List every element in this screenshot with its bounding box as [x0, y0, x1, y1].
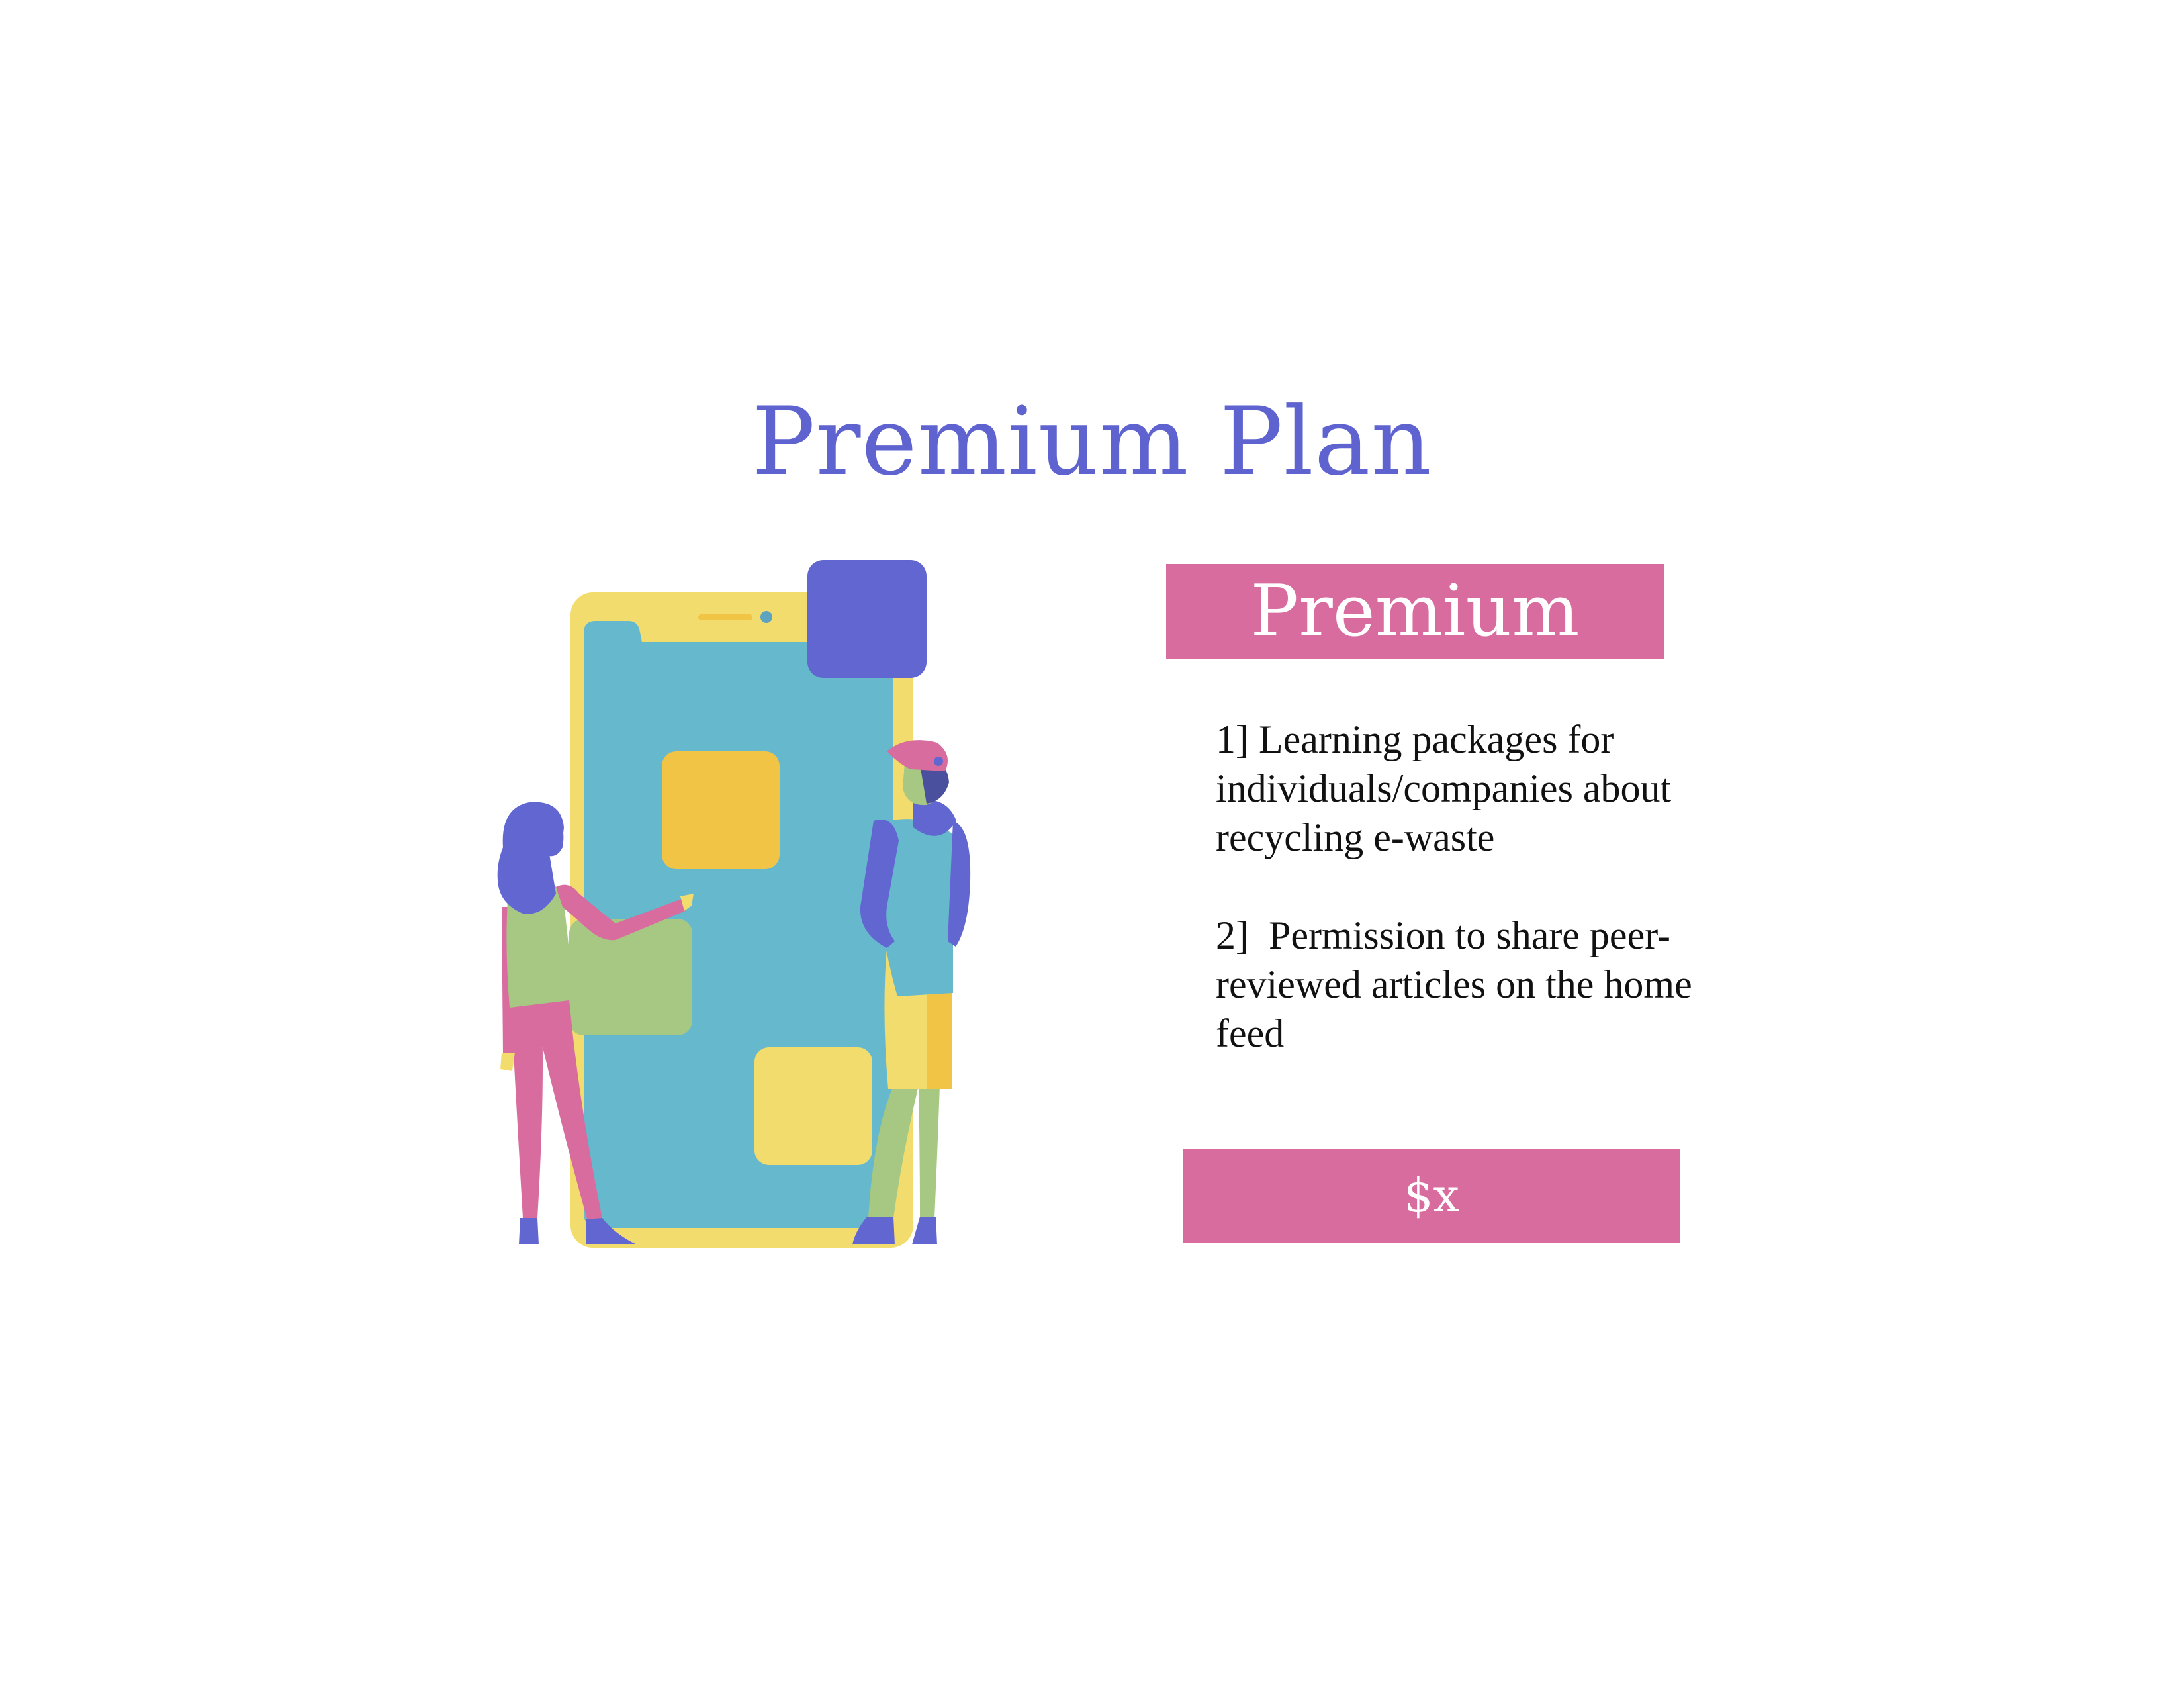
phone-camera — [760, 611, 772, 623]
people-with-smartphone-illustration — [497, 560, 971, 1248]
app-tile-indigo — [807, 560, 927, 678]
app-tile-yellow — [754, 1047, 872, 1165]
price-button[interactable]: $x — [1183, 1149, 1680, 1243]
feature-item-1: 1] Learning packages for individuals/com… — [1216, 718, 1682, 859]
feature-item-2: 2] Permission to share peer-reviewed art… — [1216, 914, 1702, 1055]
page-title: Premium Plan — [752, 387, 1432, 497]
plan-name-banner: Premium — [1166, 564, 1664, 659]
app-tile-green — [569, 919, 692, 1035]
app-tile-amber — [662, 751, 780, 869]
feature-list: 1] Learning packages for individuals/com… — [1216, 715, 1692, 1107]
phone-speaker — [698, 614, 752, 620]
